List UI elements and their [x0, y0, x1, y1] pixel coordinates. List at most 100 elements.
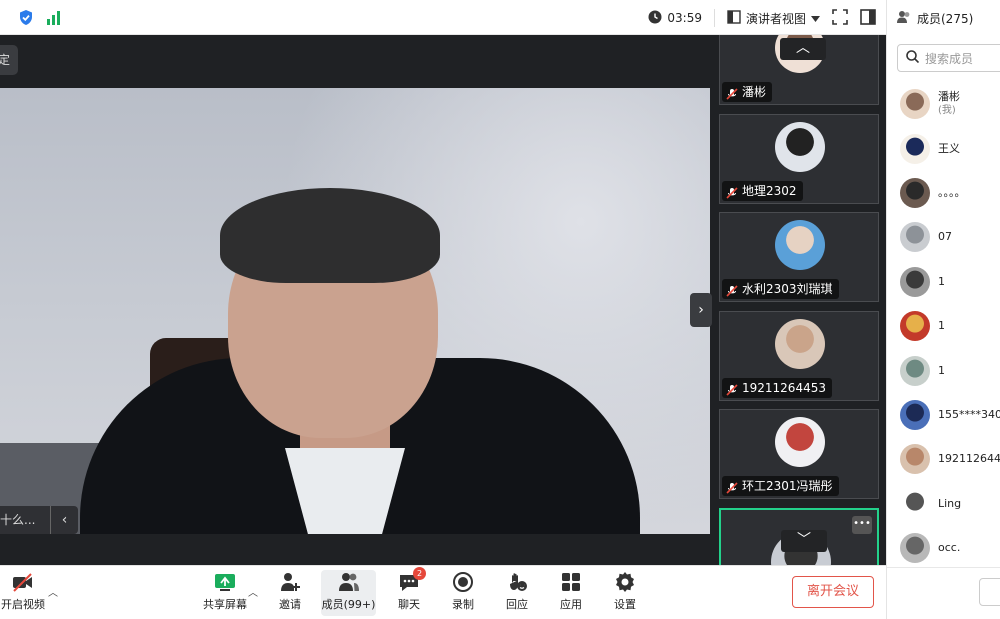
main-video-area: 定 十么... ‹ › — [0, 35, 716, 565]
member-self-tag: (我) — [938, 105, 956, 117]
scroll-up-chevron-icon[interactable]: ︿ — [780, 38, 826, 60]
participant-name: 环工2301冯瑞彤 — [742, 479, 833, 493]
gallery-tile[interactable]: 环工2301冯瑞彤 — [719, 409, 879, 499]
member-row[interactable]: 1 — [887, 348, 1000, 392]
member-name: 155****3400 — [938, 407, 1000, 421]
meeting-timer: 03:59 — [648, 7, 702, 29]
reaction-label: 回应 — [506, 598, 528, 611]
expand-gallery-button[interactable]: › — [690, 293, 712, 327]
view-mode-dropdown[interactable]: 演讲者视图 — [727, 7, 820, 29]
settings-button[interactable]: 设置 — [608, 570, 642, 616]
participant-gallery[interactable]: ︿ 潘彬地理2302 水利2303刘瑞琪 19211264453 环工2301冯瑞彤 ﹀ •… — [716, 35, 886, 565]
panel-title: 成员(275) — [917, 11, 974, 26]
gallery-tile[interactable]: 19211264453 — [719, 310, 879, 401]
member-row[interactable]: 1 — [887, 260, 1000, 304]
participant-name: 水利2303刘瑞琪 — [742, 282, 833, 296]
speaker-video[interactable]: 十么... ‹ — [0, 88, 710, 534]
participant-name-tag: 环工2301冯瑞彤 — [722, 476, 839, 496]
member-row[interactable]: 潘彬 (我) — [887, 82, 1000, 126]
meeting-window: 03:59 演讲者视图 定 十么... ‹ › ︿ 潘彬 地理2302 水利23… — [0, 0, 1000, 619]
panel-footer-button[interactable] — [979, 578, 1000, 606]
view-mode-label: 演讲者视图 — [745, 11, 806, 26]
member-row[interactable]: occ. — [887, 526, 1000, 570]
signal-strength-icon[interactable] — [46, 10, 62, 29]
participants-panel: 成员(275) 搜索成员 潘彬(我) 王义。。。。 07 1 1 1 155****3400… — [886, 0, 1000, 619]
leave-meeting-button[interactable]: 离开会议 — [792, 576, 874, 608]
member-row[interactable]: 。。。。 — [887, 171, 1000, 215]
chat-preview-text: 十么... — [0, 513, 36, 527]
invite-button[interactable]: 邀请 — [272, 570, 308, 616]
members-icon — [897, 10, 911, 27]
mic-muted-icon — [726, 382, 738, 396]
mic-muted-icon — [726, 480, 738, 494]
member-name: 1 — [938, 363, 945, 377]
participant-avatar — [775, 121, 825, 172]
left-notification[interactable]: 定 — [0, 45, 18, 75]
member-name-block: 07 — [938, 230, 952, 244]
divider — [713, 9, 715, 27]
participant-name: 潘彬 — [742, 85, 767, 99]
fullscreen-icon[interactable] — [832, 8, 848, 28]
gallery-tile[interactable]: 地理2302 — [719, 113, 879, 204]
invite-label: 邀请 — [279, 598, 301, 611]
gallery-tile[interactable]: ︿ 潘彬 — [719, 35, 879, 105]
search-icon — [906, 50, 920, 66]
reaction-hand-icon — [506, 571, 528, 593]
chat-preview[interactable]: 十么... ‹ — [0, 506, 78, 534]
member-name-block: Ling — [938, 497, 961, 511]
panel-footer — [887, 567, 1000, 619]
member-row[interactable]: 1 — [887, 304, 1000, 348]
member-avatar — [900, 311, 930, 342]
gallery-tile[interactable]: 水利2303刘瑞琪 — [719, 212, 879, 302]
more-options-icon[interactable]: ••• — [852, 515, 872, 534]
bottom-toolbar: 开启视频 ︿ 共享屏幕 ︿ 邀请 成员(99+) 2 聊天 录制 回应 应用 设… — [0, 565, 886, 619]
record-label: 录制 — [452, 598, 474, 611]
member-list: 潘彬(我) 王义。。。。 07 1 1 1 155****3400 19211264453 Li… — [887, 82, 1000, 570]
member-search-input[interactable]: 搜索成员 — [897, 44, 1000, 72]
share-screen-button[interactable]: 共享屏幕 — [200, 570, 250, 616]
member-row[interactable]: 19211264453 — [887, 437, 1000, 481]
member-name: 07 — [938, 230, 952, 244]
members-button[interactable]: 成员(99+) — [321, 570, 376, 616]
sidebar-toggle-icon[interactable] — [860, 8, 876, 28]
apps-label: 应用 — [560, 598, 582, 611]
speaker-hair — [220, 188, 440, 283]
reaction-button[interactable]: 回应 — [500, 570, 534, 616]
member-name-block: 潘彬 (我) — [938, 90, 960, 118]
member-name: 19211264453 — [938, 452, 1000, 466]
settings-label: 设置 — [614, 598, 636, 611]
member-row[interactable]: 王义 — [887, 126, 1000, 170]
apps-button[interactable]: 应用 — [554, 570, 588, 616]
member-name: Ling — [938, 496, 962, 510]
start-video-button[interactable]: 开启视频 — [0, 570, 46, 616]
chat-button[interactable]: 2 聊天 — [392, 567, 426, 616]
share-options-chevron-icon[interactable]: ︿ — [248, 584, 258, 599]
member-avatar — [900, 533, 930, 564]
member-name-block: 1 — [938, 275, 945, 289]
chat-label: 聊天 — [398, 598, 420, 611]
member-name: 王义 — [938, 141, 960, 155]
security-shield-icon[interactable] — [18, 9, 34, 30]
member-row[interactable]: 155****3400 — [887, 393, 1000, 437]
participant-avatar — [775, 220, 825, 270]
member-avatar — [900, 133, 930, 164]
chat-unread-badge: 2 — [413, 567, 426, 580]
chat-bubble-icon: 2 — [398, 567, 426, 593]
participant-avatar — [775, 318, 825, 369]
member-row[interactable]: Ling — [887, 482, 1000, 526]
share-screen-label: 共享屏幕 — [203, 598, 247, 611]
top-left-icons — [18, 9, 62, 30]
members-label: 成员(99+) — [321, 598, 376, 611]
top-bar: 03:59 演讲者视图 — [0, 0, 886, 35]
member-avatar — [900, 399, 930, 430]
video-options-chevron-icon[interactable]: ︿ — [48, 584, 58, 599]
chevron-left-icon[interactable]: ‹ — [50, 506, 78, 534]
search-placeholder: 搜索成员 — [925, 51, 974, 66]
member-row[interactable]: 07 — [887, 215, 1000, 259]
participant-avatar — [775, 417, 825, 467]
record-button[interactable]: 录制 — [446, 570, 480, 616]
scroll-down-chevron-icon[interactable]: ﹀ — [781, 529, 827, 552]
participant-name-tag: 潘彬 — [722, 82, 773, 102]
member-name-block: 1 — [938, 364, 945, 378]
gallery-tile[interactable]: ﹀ ••• — [719, 507, 879, 565]
